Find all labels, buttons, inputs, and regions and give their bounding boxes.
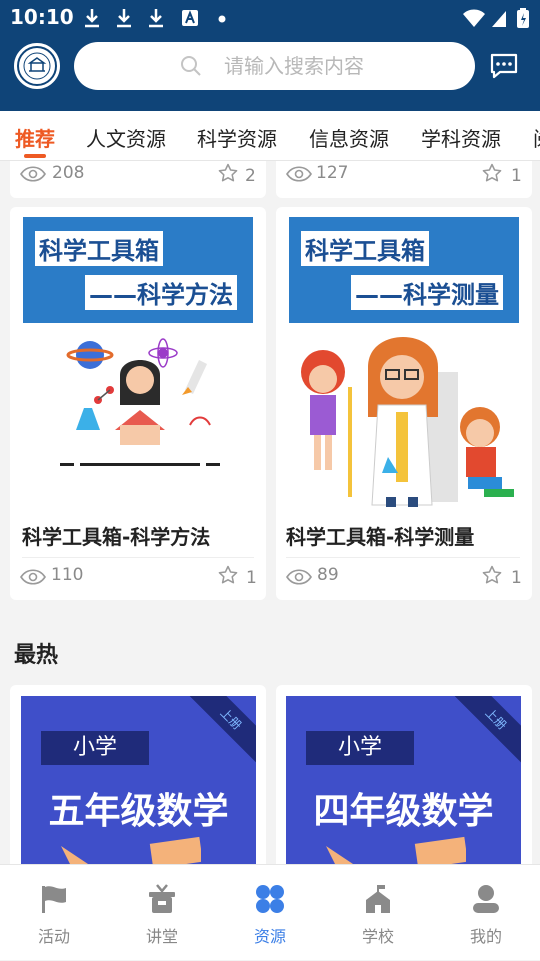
signal-icon (492, 11, 506, 27)
status-time: 10:10 (10, 5, 74, 29)
eye-icon (286, 569, 312, 585)
reading-girl-illustration (60, 338, 220, 466)
nav-profile[interactable]: 我的 (432, 865, 540, 961)
nav-resources[interactable]: 资源 (216, 865, 324, 961)
star-icon[interactable] (218, 565, 238, 585)
favorite-count: 2 (245, 166, 256, 186)
status-bar: 10:10 (0, 0, 540, 36)
nav-activities[interactable]: 活动 (0, 865, 108, 961)
measurement-illustration (301, 337, 514, 507)
search-input[interactable] (224, 52, 444, 80)
font-app-icon (182, 10, 198, 26)
dot-icon (218, 15, 226, 23)
view-count: 208 (52, 163, 85, 183)
tab-information[interactable]: 信息资源 (309, 123, 389, 152)
classroom-icon (149, 884, 175, 913)
favorite-count: 1 (246, 568, 257, 588)
banner-line-1: 科学工具箱 (35, 231, 163, 266)
pencil-illustration (61, 836, 201, 864)
tab-humanities[interactable]: 人文资源 (86, 123, 166, 152)
resource-card[interactable]: 127 1 (276, 161, 532, 198)
card-title[interactable]: 科学工具箱-科学方法 (22, 521, 210, 550)
active-tab-indicator (24, 154, 46, 158)
card-banner: 科学工具箱 ——科学测量 (289, 217, 519, 323)
favorite-count: 1 (511, 166, 522, 186)
banner-line-2: ——科学测量 (351, 275, 503, 310)
school-logo[interactable] (14, 43, 60, 89)
resource-card[interactable]: 208 2 (10, 161, 266, 198)
search-bar[interactable] (74, 42, 475, 90)
banner-line-2: ——科学方法 (85, 275, 237, 310)
star-icon[interactable] (218, 163, 238, 183)
eye-icon (286, 166, 312, 182)
profile-icon (473, 885, 499, 913)
resource-card[interactable]: 科学工具箱 ——科学方法 科学工具箱-科学方法 110 1 (10, 207, 266, 600)
nav-school[interactable]: 学校 (324, 865, 432, 961)
download-icon (149, 9, 163, 28)
level-label: 小学 (41, 731, 149, 765)
eye-icon (20, 569, 46, 585)
school-icon (366, 885, 390, 913)
battery-icon (517, 8, 529, 28)
nav-label: 资源 (253, 927, 286, 946)
nav-lectures[interactable]: 讲堂 (108, 865, 216, 961)
banner-line-1: 科学工具箱 (301, 231, 429, 266)
hot-card[interactable]: 小学 上册 四年级数学 (276, 685, 532, 864)
card-divider (286, 557, 520, 558)
logo-emblem-icon (17, 46, 57, 86)
eye-icon (20, 166, 46, 182)
card-banner: 科学工具箱 ——科学方法 (23, 217, 253, 323)
view-count: 127 (316, 163, 349, 183)
tab-recommend[interactable]: 推荐 (15, 123, 55, 152)
hot-card[interactable]: 小学 上册 五年级数学 (10, 685, 266, 864)
wifi-icon (463, 9, 485, 27)
favorite-count: 1 (511, 568, 522, 588)
nav-label: 讲堂 (145, 927, 178, 946)
bottom-navigation: 活动 讲堂 资源 学校 我的 (0, 864, 540, 960)
download-icon (85, 9, 99, 28)
course-grade: 四年级数学 (313, 790, 494, 832)
app-header: 10:10 (0, 0, 540, 111)
flag-icon (42, 886, 66, 913)
message-icon[interactable] (489, 52, 519, 80)
tab-reading[interactable]: 阅 (533, 123, 540, 152)
level-label: 小学 (306, 731, 414, 765)
search-icon (181, 56, 201, 76)
star-icon[interactable] (482, 565, 502, 585)
course-cover: 小学 上册 四年级数学 (286, 696, 521, 864)
tab-science[interactable]: 科学资源 (197, 123, 277, 152)
star-icon[interactable] (482, 163, 502, 183)
download-icon (117, 9, 131, 28)
resource-card[interactable]: 科学工具箱 ——科学测量 科学工具箱-科学测量 89 1 (276, 207, 532, 600)
resources-icon (256, 885, 284, 913)
section-title-hot: 最热 (14, 643, 59, 668)
category-tabs: 推荐 人文资源 科学资源 信息资源 学科资源 阅 (0, 111, 540, 161)
nav-label: 学校 (361, 927, 394, 946)
course-cover: 小学 上册 五年级数学 (21, 696, 256, 864)
course-grade: 五年级数学 (48, 790, 229, 832)
volume-ribbon: 上册 (447, 696, 521, 768)
pencil-illustration (326, 836, 466, 864)
card-title[interactable]: 科学工具箱-科学测量 (286, 521, 474, 550)
view-count: 110 (51, 565, 84, 585)
nav-label: 活动 (37, 927, 70, 946)
tab-subjects[interactable]: 学科资源 (421, 123, 501, 152)
card-divider (22, 557, 254, 558)
view-count: 89 (317, 565, 339, 585)
resource-feed[interactable]: 208 2 127 1 科学工具箱 ——科学方法 科学工具箱-科学方法 110 (0, 161, 540, 864)
volume-ribbon: 上册 (182, 696, 256, 768)
nav-label: 我的 (469, 927, 502, 946)
